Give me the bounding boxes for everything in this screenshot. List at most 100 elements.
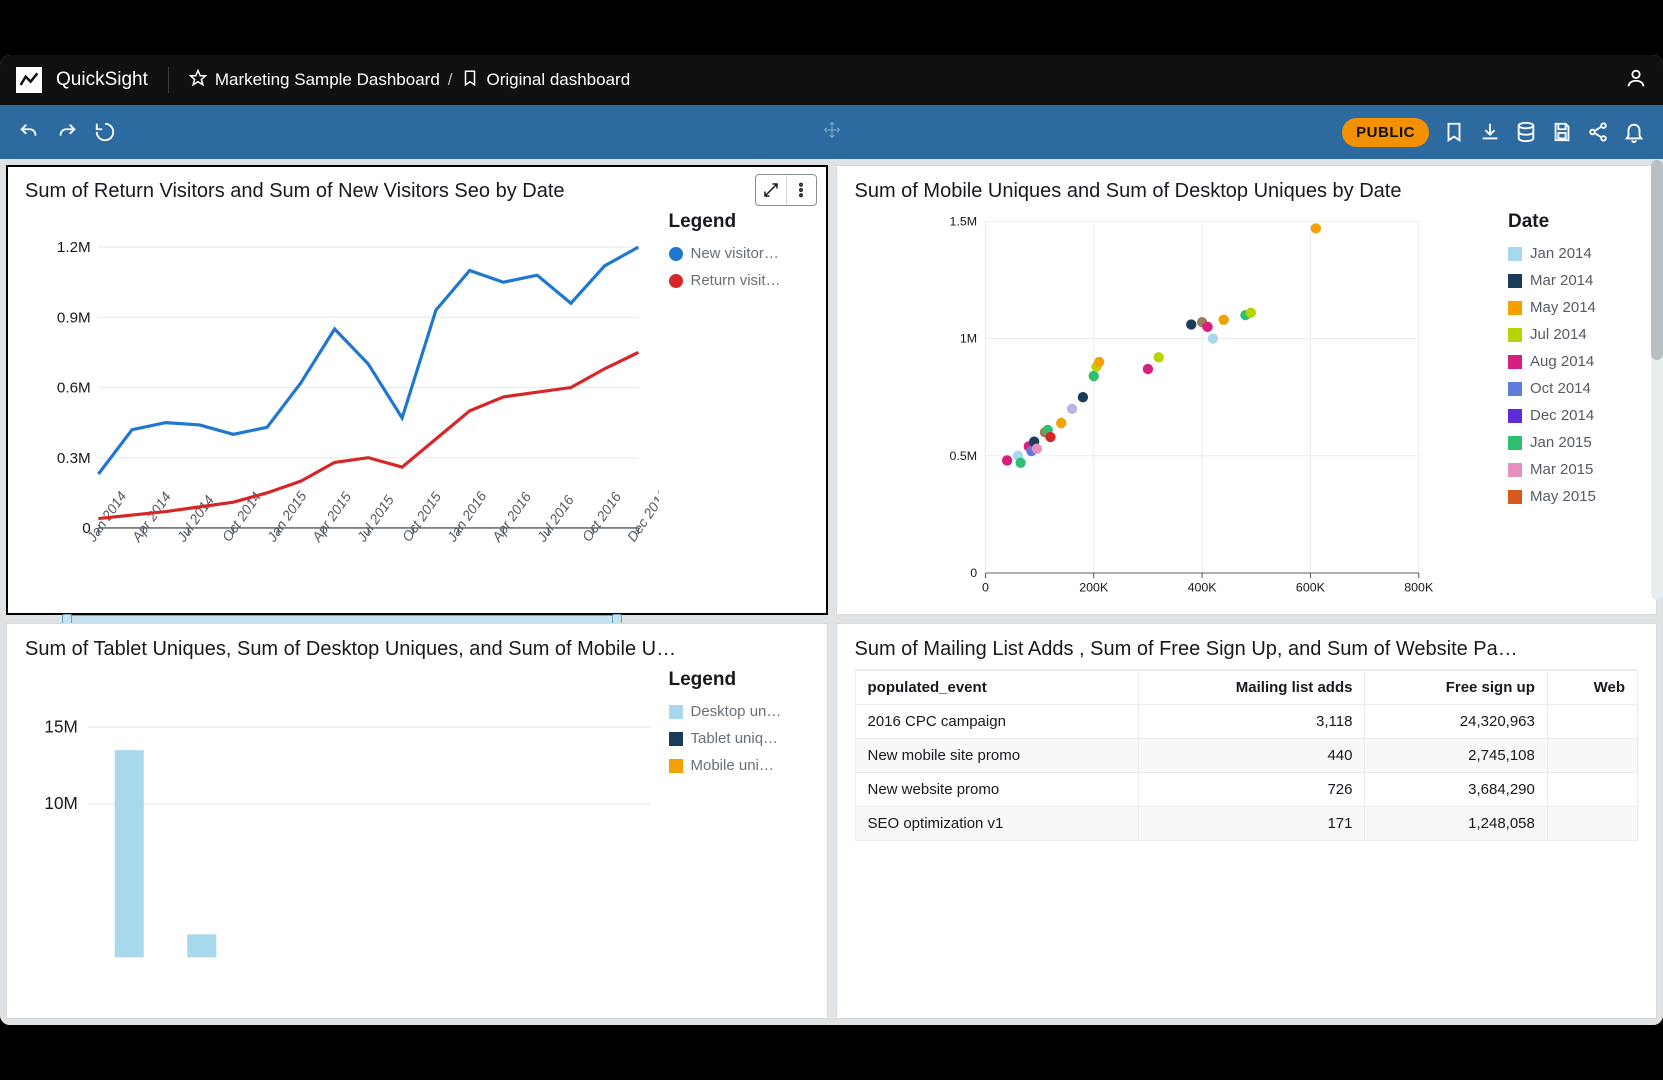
- action-toolbar: PUBLIC: [0, 105, 1663, 159]
- card-mailing-list-table[interactable]: Sum of Mailing List Adds , Sum of Free S…: [836, 623, 1658, 1019]
- legend-item[interactable]: Jan 2015: [1508, 434, 1638, 451]
- legend-item[interactable]: Aug 2014: [1508, 353, 1638, 370]
- scrollbar-thumb[interactable]: [1651, 160, 1663, 360]
- svg-text:0: 0: [981, 581, 988, 595]
- legend-label: Dec 2014: [1530, 407, 1594, 424]
- line-chart-plot[interactable]: 00.3M0.6M0.9M1.2MJan 2014Apr 2014Jul 201…: [25, 211, 659, 604]
- more-menu-icon[interactable]: [786, 175, 816, 205]
- legend-title: Date: [1508, 211, 1638, 233]
- legend-swatch: [1508, 274, 1522, 288]
- card-return-new-visitors[interactable]: Sum of Return Visitors and Sum of New Vi…: [6, 165, 828, 615]
- legend-label: Tablet uniq…: [691, 730, 779, 747]
- svg-text:Jan 2015: Jan 2015: [263, 488, 310, 545]
- letterbox-top: [0, 0, 1663, 55]
- svg-text:0.9M: 0.9M: [57, 309, 91, 326]
- undo-icon[interactable]: [18, 121, 40, 143]
- legend-label: Jul 2014: [1530, 326, 1587, 343]
- star-icon[interactable]: [189, 69, 207, 92]
- drag-handle[interactable]: [823, 121, 841, 144]
- card-tablet-desktop-mobile[interactable]: Sum of Tablet Uniques, Sum of Desktop Un…: [6, 623, 828, 1019]
- legend: Date Jan 2014 Mar 2014 May 2014 Jul 2014 Aug…: [1508, 211, 1638, 604]
- legend-label: Jan 2014: [1530, 245, 1592, 262]
- legend-label: Mobile uni…: [691, 757, 774, 774]
- table-row[interactable]: 2016 CPC campaign3,11824,320,963: [855, 705, 1638, 739]
- legend-label: Aug 2014: [1530, 353, 1594, 370]
- svg-text:600K: 600K: [1295, 581, 1325, 595]
- legend-swatch: [669, 759, 683, 773]
- svg-text:1.5M: 1.5M: [949, 214, 977, 228]
- letterbox-bottom: [0, 1025, 1663, 1080]
- share-icon[interactable]: [1587, 121, 1609, 143]
- svg-text:0.5M: 0.5M: [949, 449, 977, 463]
- breadcrumb-separator: /: [448, 70, 453, 90]
- legend-title: Legend: [669, 211, 809, 233]
- bookmark-outline-icon[interactable]: [1443, 121, 1465, 143]
- legend: Legend Desktop un…Tablet uniq…Mobile uni…: [669, 669, 809, 1008]
- card-title: Sum of Mailing List Adds , Sum of Free S…: [855, 638, 1639, 661]
- bell-icon[interactable]: [1623, 121, 1645, 143]
- legend-item[interactable]: May 2015: [1508, 488, 1638, 505]
- svg-text:Apr 2014: Apr 2014: [128, 489, 174, 546]
- breadcrumb-child[interactable]: Original dashboard: [487, 70, 631, 90]
- legend-item[interactable]: Oct 2014: [1508, 380, 1638, 397]
- legend-swatch: [669, 247, 683, 261]
- legend-swatch: [669, 274, 683, 288]
- legend-item[interactable]: May 2014: [1508, 299, 1638, 316]
- expand-icon[interactable]: [756, 175, 786, 205]
- toolbar-left: [18, 121, 116, 143]
- svg-text:Jul 2016: Jul 2016: [533, 492, 577, 545]
- legend-item[interactable]: Return visit…: [669, 272, 809, 289]
- svg-text:Jul 2015: Jul 2015: [353, 492, 397, 545]
- legend-item[interactable]: Tablet uniq…: [669, 730, 809, 747]
- svg-text:Apr 2015: Apr 2015: [308, 489, 354, 546]
- user-icon[interactable]: [1625, 67, 1647, 94]
- scatter-plot[interactable]: 0200K400K600K800K00.5M1M1.5M: [855, 211, 1499, 604]
- legend-swatch: [669, 732, 683, 746]
- app-header: QuickSight Marketing Sample Dashboard / …: [0, 55, 1663, 105]
- legend-item[interactable]: Mobile uni…: [669, 757, 809, 774]
- download-icon[interactable]: [1479, 121, 1501, 143]
- table-row[interactable]: New mobile site promo4402,745,108: [855, 739, 1638, 773]
- card-title: Sum of Tablet Uniques, Sum of Desktop Un…: [25, 638, 809, 661]
- legend-swatch: [1508, 328, 1522, 342]
- legend-label: May 2015: [1530, 488, 1596, 505]
- redo-icon[interactable]: [56, 121, 78, 143]
- svg-text:800K: 800K: [1404, 581, 1434, 595]
- svg-text:200K: 200K: [1079, 581, 1109, 595]
- svg-text:1.2M: 1.2M: [57, 239, 91, 256]
- table-row[interactable]: New website promo7263,684,290: [855, 773, 1638, 807]
- legend-item[interactable]: Mar 2015: [1508, 461, 1638, 478]
- bookmark-icon[interactable]: [461, 69, 479, 92]
- legend-swatch: [1508, 409, 1522, 423]
- legend-item[interactable]: Mar 2014: [1508, 272, 1638, 289]
- legend-item[interactable]: Jul 2014: [1508, 326, 1638, 343]
- separator: [168, 67, 169, 93]
- legend-swatch: [1508, 247, 1522, 261]
- legend-label: Oct 2014: [1530, 380, 1591, 397]
- table-header[interactable]: Free sign up: [1365, 671, 1547, 705]
- svg-text:0: 0: [970, 566, 977, 580]
- legend-item[interactable]: New visitor…: [669, 245, 809, 262]
- bar-chart-plot[interactable]: 10M15M: [25, 669, 659, 1008]
- reset-icon[interactable]: [94, 121, 116, 143]
- table-header[interactable]: populated_event: [855, 671, 1139, 705]
- svg-text:Jul 2014: Jul 2014: [173, 492, 217, 545]
- card-mobile-desktop-uniques[interactable]: Sum of Mobile Uniques and Sum of Desktop…: [836, 165, 1658, 615]
- breadcrumb-parent[interactable]: Marketing Sample Dashboard: [215, 70, 440, 90]
- public-badge: PUBLIC: [1342, 118, 1429, 147]
- table-header[interactable]: Web: [1547, 671, 1637, 705]
- pivot-table[interactable]: populated_eventMailing list addsFree sig…: [855, 669, 1639, 1008]
- table-row[interactable]: SEO optimization v11711,248,058: [855, 807, 1638, 841]
- table-header[interactable]: Mailing list adds: [1139, 671, 1365, 705]
- legend-label: Mar 2014: [1530, 272, 1593, 289]
- database-icon[interactable]: [1515, 121, 1537, 143]
- svg-text:Dec 2016: Dec 2016: [624, 486, 659, 544]
- svg-text:10M: 10M: [44, 793, 77, 813]
- legend-item[interactable]: Desktop un…: [669, 703, 809, 720]
- scrollbar-track[interactable]: [1651, 160, 1663, 600]
- card-tool-group: [755, 174, 817, 206]
- save-icon[interactable]: [1551, 121, 1573, 143]
- legend-item[interactable]: Dec 2014: [1508, 407, 1638, 424]
- legend-item[interactable]: Jan 2014: [1508, 245, 1638, 262]
- app-name: QuickSight: [56, 69, 148, 91]
